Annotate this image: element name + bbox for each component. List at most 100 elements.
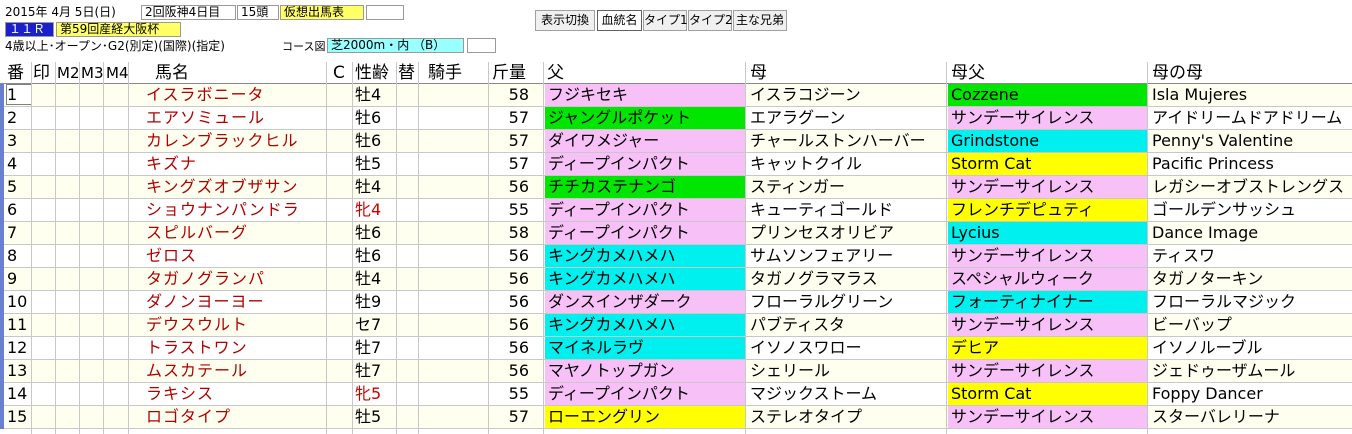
dam-name[interactable]: チャールストンハーバー	[747, 130, 947, 152]
dam-name[interactable]: キャットクイル	[747, 153, 947, 175]
view-toggle-button[interactable]: 表示切換	[535, 10, 595, 31]
dams-dam-name[interactable]: フローラルマジック	[1149, 291, 1352, 313]
dam-name[interactable]: スティンガー	[747, 176, 947, 198]
broodmare-sire-name[interactable]: サンデーサイレンス	[948, 245, 1148, 267]
dam-name[interactable]: フローラルグリーン	[747, 291, 947, 313]
col-mark[interactable]: 印	[33, 62, 50, 84]
col-bms[interactable]: 母父	[951, 62, 985, 84]
horse-name[interactable]: エアソミュール	[146, 107, 326, 129]
dams-dam-name[interactable]: アイドリームドアドリーム	[1149, 107, 1352, 129]
table-row[interactable]: 12 トラストワン 牡7 56 マイネルラヴ イソノスワロー デヒア イソノルーブル	[0, 337, 1352, 360]
broodmare-sire-name[interactable]: Grindstone	[948, 130, 1148, 152]
broodmare-sire-name[interactable]: スペシャルウィーク	[948, 268, 1148, 290]
sire-name[interactable]: ディープインパクト	[545, 199, 745, 221]
dams-dam-name[interactable]: Pacific Princess	[1149, 153, 1352, 175]
dam-name[interactable]: マジックストーム	[747, 383, 947, 405]
horse-name[interactable]: カレンブラックヒル	[146, 130, 326, 152]
table-row[interactable]: 10 ダノンヨーヨー 牡9 56 ダンスインザダーク フローラルグリーン フォーティナイナー…	[0, 291, 1352, 314]
broodmare-sire-name[interactable]: フォーティナイナー	[948, 291, 1148, 313]
dams-dam-name[interactable]: ジェドゥーザムール	[1149, 360, 1352, 382]
col-damdam[interactable]: 母の母	[1152, 62, 1203, 84]
table-row[interactable]: 13 ムスカテール 牡7 56 マヤノトップガン シェリール サンデーサイレンス ジェドゥーザ…	[0, 360, 1352, 383]
sire-name[interactable]: キングカメハメハ	[545, 268, 745, 290]
horse-name[interactable]: スピルバーグ	[146, 222, 326, 244]
broodmare-sire-name[interactable]: サンデーサイレンス	[948, 406, 1148, 428]
table-row[interactable]: 5 キングズオブザサン 牡4 56 チチカステナンゴ スティンガー サンデーサイレンス レガシ…	[0, 176, 1352, 199]
table-row[interactable]: 9 タガノグランパ 牡4 56 キングカメハメハ タガノグラマラス スペシャルウィーク タガノ…	[0, 268, 1352, 291]
dams-dam-name[interactable]: Isla Mujeres	[1149, 84, 1352, 106]
course-extra-field[interactable]	[467, 38, 496, 53]
table-row[interactable]: 6 ショウナンパンドラ 牝4 55 ディープインパクト キューティゴールド フレンチデピュテ…	[0, 199, 1352, 222]
horse-name[interactable]: トラストワン	[146, 337, 326, 359]
horse-name[interactable]: イスラボニータ	[146, 84, 326, 106]
col-m2[interactable]: M2	[57, 62, 80, 84]
dam-name[interactable]: イスラコジーン	[747, 84, 947, 106]
dams-dam-name[interactable]: タガノターキン	[1149, 268, 1352, 290]
sire-name[interactable]: ジャングルポケット	[545, 107, 745, 129]
dam-name[interactable]: ステレオタイプ	[747, 406, 947, 428]
broodmare-sire-name[interactable]: サンデーサイレンス	[948, 107, 1148, 129]
horse-name[interactable]: キズナ	[146, 153, 326, 175]
broodmare-sire-name[interactable]: Lycius	[948, 222, 1148, 244]
col-sire[interactable]: 父	[547, 62, 564, 84]
tab-bloodline[interactable]: 血統名	[597, 10, 642, 31]
horse-name[interactable]: タガノグランパ	[146, 268, 326, 290]
col-horse[interactable]: 馬名	[155, 62, 189, 84]
col-m4[interactable]: M4	[106, 62, 129, 84]
table-row[interactable]: 1 イスラボニータ 牡4 58 フジキセキ イスラコジーン Cozzene Isla Muje…	[0, 84, 1352, 107]
horse-name[interactable]: キングズオブザサン	[146, 176, 326, 198]
dam-name[interactable]: エアラグーン	[747, 107, 947, 129]
horse-name[interactable]: ラキシス	[146, 383, 326, 405]
broodmare-sire-name[interactable]: Storm Cat	[948, 383, 1148, 405]
table-row[interactable]: 8 ゼロス 牡6 56 キングカメハメハ サムソンフェアリー サンデーサイレンス ティスワ	[0, 245, 1352, 268]
horse-name[interactable]: ロゴタイプ	[146, 406, 326, 428]
broodmare-sire-name[interactable]: デヒア	[948, 337, 1148, 359]
dam-name[interactable]: パブティスタ	[747, 314, 947, 336]
dam-name[interactable]: プリンセスオリビア	[747, 222, 947, 244]
sire-name[interactable]: ダイワメジャー	[545, 130, 745, 152]
col-m3[interactable]: M3	[81, 62, 104, 84]
table-row[interactable]: 14 ラキシス 牝5 55 ディープインパクト マジックストーム Storm Cat Fopp…	[0, 383, 1352, 406]
mode-extra-field[interactable]	[366, 5, 404, 20]
dams-dam-name[interactable]: Penny's Valentine	[1149, 130, 1352, 152]
broodmare-sire-name[interactable]: Storm Cat	[948, 153, 1148, 175]
table-row[interactable]: 11 デウスウルト セ7 56 キングカメハメハ パブティスタ サンデーサイレンス ビーバップ	[0, 314, 1352, 337]
broodmare-sire-name[interactable]: Cozzene	[948, 84, 1148, 106]
sire-name[interactable]: ディープインパクト	[545, 222, 745, 244]
sire-name[interactable]: マイネルラヴ	[545, 337, 745, 359]
dam-name[interactable]: サムソンフェアリー	[747, 245, 947, 267]
sire-name[interactable]: チチカステナンゴ	[545, 176, 745, 198]
course-map-label[interactable]: コース図	[282, 40, 325, 54]
dams-dam-name[interactable]: ティスワ	[1149, 245, 1352, 267]
table-row[interactable]: 3 カレンブラックヒル 牡6 57 ダイワメジャー チャールストンハーバー Grindsto…	[0, 130, 1352, 153]
dams-dam-name[interactable]: スターバレリーナ	[1149, 406, 1352, 428]
dams-dam-name[interactable]: ゴールデンサッシュ	[1149, 199, 1352, 221]
broodmare-sire-name[interactable]: サンデーサイレンス	[948, 176, 1148, 198]
broodmare-sire-name[interactable]: サンデーサイレンス	[948, 360, 1148, 382]
sire-name[interactable]: ダンスインザダーク	[545, 291, 745, 313]
tab-siblings[interactable]: 主な兄弟	[733, 10, 787, 31]
col-c[interactable]: C	[333, 62, 345, 84]
dam-name[interactable]: イソノスワロー	[747, 337, 947, 359]
sire-name[interactable]: キングカメハメハ	[545, 314, 745, 336]
broodmare-sire-name[interactable]: サンデーサイレンス	[948, 314, 1148, 336]
dams-dam-name[interactable]: ビーバップ	[1149, 314, 1352, 336]
dams-dam-name[interactable]: Foppy Dancer	[1149, 383, 1352, 405]
col-no[interactable]: 番	[7, 62, 24, 84]
sire-name[interactable]: ディープインパクト	[545, 383, 745, 405]
horse-name[interactable]: ゼロス	[146, 245, 326, 267]
broodmare-sire-name[interactable]: フレンチデピュティ	[948, 199, 1148, 221]
dam-name[interactable]: シェリール	[747, 360, 947, 382]
dams-dam-name[interactable]: イソノルーブル	[1149, 337, 1352, 359]
dam-name[interactable]: タガノグラマラス	[747, 268, 947, 290]
table-row[interactable]: 15 ロゴタイプ 牡5 57 ローエングリン ステレオタイプ サンデーサイレンス スターバレリ…	[0, 406, 1352, 429]
sire-name[interactable]: キングカメハメハ	[545, 245, 745, 267]
col-dam[interactable]: 母	[750, 62, 767, 84]
horse-name[interactable]: ショウナンパンドラ	[146, 199, 326, 221]
table-row[interactable]: 7 スピルバーグ 牡6 58 ディープインパクト プリンセスオリビア Lycius Dance…	[0, 222, 1352, 245]
dams-dam-name[interactable]: レガシーオブストレングス	[1149, 176, 1352, 198]
table-row[interactable]: 4 キズナ 牡5 57 ディープインパクト キャットクイル Storm Cat Pacific…	[0, 153, 1352, 176]
sire-name[interactable]: ローエングリン	[545, 406, 745, 428]
sire-name[interactable]: マヤノトップガン	[545, 360, 745, 382]
horse-name[interactable]: デウスウルト	[146, 314, 326, 336]
